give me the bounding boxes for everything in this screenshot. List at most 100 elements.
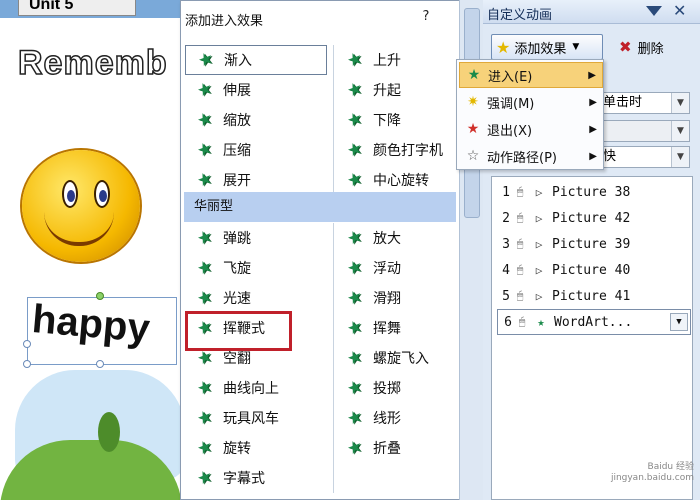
effect-item[interactable]: ★ 曲线向上 <box>185 373 330 403</box>
exit-star-icon: ★ <box>466 121 480 137</box>
add-entrance-effect-dialog: 添加进入效果 ? ★ 渐入 ★ 伸展 ★ 缩放 ★ 压缩 ★ 展开 ★ 上升 ★ 升起 ★ 下降 ★ 颜色打字机… <box>180 0 460 500</box>
speed-select[interactable]: 快 ▼ <box>598 146 690 168</box>
effect-item[interactable]: ★ 玩具风车 <box>185 403 330 433</box>
mouse-click-icon: 🖱 <box>518 315 526 328</box>
effect-star-icon: ★ <box>194 405 216 431</box>
chevron-right-icon: ▶ <box>589 150 597 162</box>
menu-item-emphasis[interactable]: ✷ 强调(M) ▶ <box>459 89 603 115</box>
fancy-effects-left: ★ 弹跳 ★ 飞旋 ★ 光速 ★ 挥鞭式 ★ 空翻 ★ 曲线向上 ★ 玩具风车 ★ 旋转 ★ 字幕式 <box>185 223 330 493</box>
effect-item[interactable]: ★ 放大 <box>335 223 455 253</box>
animation-order: 1 <box>502 184 510 200</box>
animation-order: 5 <box>502 288 510 304</box>
play-triangle-icon: ▷ <box>535 185 543 199</box>
effect-label: 玩具风车 <box>223 411 279 427</box>
menu-item-label: 动作路径(P) <box>487 150 557 166</box>
effect-item[interactable]: ★ 颜色打字机 <box>335 135 455 165</box>
chevron-down-icon: ▼ <box>671 121 689 141</box>
animation-list-item[interactable]: 6 🖱 ★ WordArt... ▼ <box>497 309 691 335</box>
rotation-handle[interactable] <box>96 292 104 300</box>
effect-item[interactable]: ★ 挥舞 <box>335 313 455 343</box>
effect-item[interactable]: ★ 缩放 <box>185 105 330 135</box>
effect-label: 压缩 <box>223 143 251 159</box>
slide-canvas[interactable]: Unit 5 Rememb happy <box>0 0 182 500</box>
unit-label: Unit 5 <box>18 0 136 16</box>
effect-item[interactable]: ★ 弹跳 <box>185 223 330 253</box>
effect-item[interactable]: ★ 光速 <box>185 283 330 313</box>
animation-order: 4 <box>502 262 510 278</box>
effect-item[interactable]: ★ 线形 <box>335 403 455 433</box>
effect-item[interactable]: ★ 渐入 <box>185 45 327 75</box>
effect-item[interactable]: ★ 旋转 <box>185 433 330 463</box>
menu-item-motion-path[interactable]: ☆ 动作路径(P) ▶ <box>459 143 603 169</box>
effect-item[interactable]: ★ 浮动 <box>335 253 455 283</box>
chevron-down-icon: ▼ <box>572 42 580 52</box>
dialog-title: 添加进入效果 <box>185 14 264 29</box>
animation-list-item[interactable]: 5 🖱 ▷ Picture 41 <box>496 283 690 309</box>
chevron-right-icon: ▶ <box>588 69 596 81</box>
pane-close-icon[interactable]: ✕ <box>673 1 686 20</box>
effect-item[interactable]: ★ 滑翔 <box>335 283 455 313</box>
effect-item[interactable]: ★ 展开 <box>185 165 330 195</box>
basic-effects-right: ★ 上升 ★ 升起 ★ 下降 ★ 颜色打字机 ★ 中心旋转 <box>335 45 455 195</box>
effect-label: 折叠 <box>373 441 401 457</box>
effect-item[interactable]: ★ 升起 <box>335 75 455 105</box>
effect-item[interactable]: ★ 中心旋转 <box>335 165 455 195</box>
effect-label: 升起 <box>373 83 401 99</box>
effect-star-icon: ★ <box>344 137 366 163</box>
start-select[interactable]: 单击时 ▼ <box>598 92 690 114</box>
effect-item[interactable]: ★ 伸展 <box>185 75 330 105</box>
effect-list: ★ 渐入 ★ 伸展 ★ 缩放 ★ 压缩 ★ 展开 ★ 上升 ★ 升起 ★ 下降 ★ 颜色打字机 ★ 中心旋转 ★ 弹跳… <box>185 41 457 500</box>
effect-label: 伸展 <box>223 83 251 99</box>
pane-titlebar: 自定义动画 ✕ <box>483 0 700 24</box>
effect-star-icon: ★ <box>344 77 366 103</box>
add-effect-button[interactable]: ★ 添加效果 ▼ <box>491 34 603 60</box>
menu-item-entrance[interactable]: ★ 进入(E) ▶ <box>459 62 603 88</box>
smiley-mouth <box>44 212 114 246</box>
mouse-click-icon: 🖱 <box>516 237 524 250</box>
fancy-effects-grid: ★ 弹跳 ★ 飞旋 ★ 光速 ★ 挥鞭式 ★ 空翻 ★ 曲线向上 ★ 玩具风车 ★ 旋转 ★ 字幕式 ★ 放大 ★ 浮动… <box>185 223 457 493</box>
add-effect-label: 添加效果 <box>514 41 567 57</box>
chevron-down-icon[interactable]: ▼ <box>670 313 688 331</box>
menu-item-exit[interactable]: ★ 退出(X) ▶ <box>459 116 603 142</box>
property-select[interactable]: ▼ <box>598 120 690 142</box>
animation-list-item[interactable]: 3 🖱 ▷ Picture 39 <box>496 231 690 257</box>
help-button[interactable]: ? <box>419 9 433 24</box>
effect-label: 颜色打字机 <box>373 143 443 159</box>
play-triangle-icon: ▷ <box>535 211 543 225</box>
animation-list-item[interactable]: 4 🖱 ▷ Picture 40 <box>496 257 690 283</box>
effect-star-icon: ★ <box>194 107 216 133</box>
effect-star-icon: ★ <box>194 285 216 311</box>
enter-star-icon: ★ <box>467 67 481 83</box>
effect-item[interactable]: ★ 压缩 <box>185 135 330 165</box>
effect-item[interactable]: ★ 螺旋飞入 <box>335 343 455 373</box>
effect-star-icon: ★ <box>344 167 366 193</box>
effect-star-icon: ★ <box>344 47 366 73</box>
pane-options-arrow-icon[interactable] <box>646 6 662 16</box>
pane-title: 自定义动画 <box>487 8 553 23</box>
menu-item-label: 退出(X) <box>487 123 533 139</box>
animation-list-item[interactable]: 2 🖱 ▷ Picture 42 <box>496 205 690 231</box>
red-highlight-annotation <box>185 311 292 351</box>
effect-item[interactable]: ★ 投掷 <box>335 373 455 403</box>
column-divider <box>333 223 334 493</box>
motion-path-star-icon: ☆ <box>466 148 480 164</box>
effect-item[interactable]: ★ 折叠 <box>335 433 455 463</box>
play-triangle-icon: ▷ <box>535 289 543 303</box>
effect-item[interactable]: ★ 飞旋 <box>185 253 330 283</box>
animation-list-item[interactable]: 1 🖱 ▷ Picture 38 <box>496 179 690 205</box>
effect-label: 曲线向上 <box>223 381 279 397</box>
resize-handle-bottom-left[interactable] <box>23 360 31 368</box>
effect-star-icon: ★ <box>194 255 216 281</box>
smiley-face-image[interactable] <box>22 150 140 262</box>
delete-button[interactable]: ✖ 删除 <box>615 34 685 60</box>
effect-label: 上升 <box>373 53 401 69</box>
watermark-line2: jingyan.baidu.com <box>610 473 694 483</box>
effect-item[interactable]: ★ 字幕式 <box>185 463 330 493</box>
effect-star-icon: ★ <box>537 315 545 329</box>
effect-label: 光速 <box>223 291 251 307</box>
effect-label: 弹跳 <box>223 231 251 247</box>
effect-item[interactable]: ★ 上升 <box>335 45 455 75</box>
resize-handle-bottom[interactable] <box>96 360 104 368</box>
chevron-down-icon: ▼ <box>671 147 689 167</box>
effect-item[interactable]: ★ 下降 <box>335 105 455 135</box>
